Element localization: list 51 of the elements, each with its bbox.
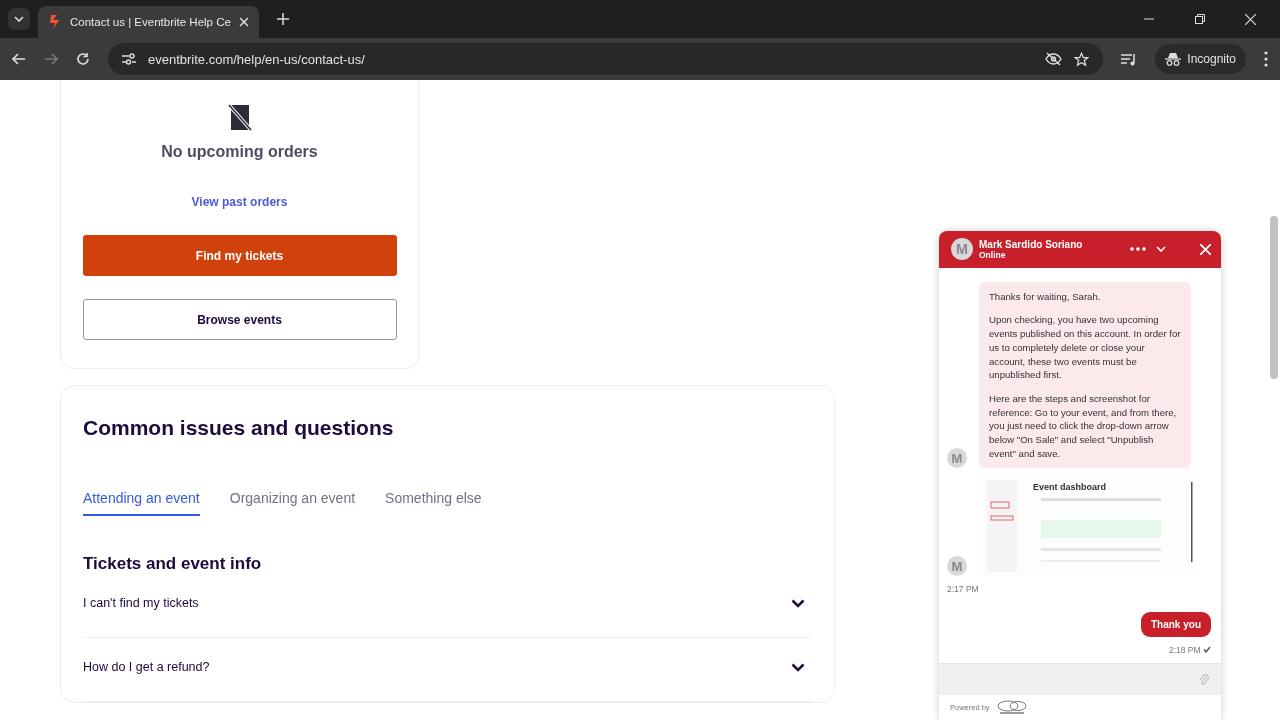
message-time: 2:18 PM	[1168, 645, 1211, 656]
category-tab[interactable]: Attending an event	[83, 490, 200, 516]
chevron-down-icon[interactable]	[1156, 246, 1166, 253]
no-ticket-icon	[227, 104, 252, 131]
new-tab-icon[interactable]	[276, 13, 289, 25]
menu-icon[interactable]	[1264, 51, 1268, 67]
incognito-icon	[1165, 52, 1182, 66]
message-text: Thanks for waiting, Sarah.	[989, 289, 1102, 304]
check-icon	[1203, 646, 1211, 654]
question-row[interactable]: I can't find my tickets	[83, 574, 811, 638]
view-past-orders-link[interactable]: View past orders	[191, 195, 288, 209]
agent-status: Online	[979, 249, 1007, 260]
url-text: eventbrite.com/help/en-us/contact-us/	[148, 51, 365, 67]
forward-icon[interactable]	[44, 53, 58, 65]
avatar: M	[947, 448, 967, 469]
message-time: 2:17 PM	[947, 584, 979, 595]
section-title: Common issues and questions	[83, 416, 395, 440]
site-settings-icon	[122, 53, 136, 65]
category-tab[interactable]: Something else	[385, 490, 482, 516]
site-icon	[48, 14, 62, 30]
category-tab[interactable]: Organizing an event	[229, 490, 356, 516]
question-row[interactable]: How do I get a refund?	[83, 638, 811, 702]
dashboard-screenshot: Event dashboard	[983, 476, 1195, 577]
star-icon[interactable]	[1074, 51, 1090, 67]
back-icon[interactable]	[12, 53, 26, 65]
address-bar[interactable]: eventbrite.com/help/en-us/contact-us/	[108, 43, 1104, 75]
eye-off-icon[interactable]	[1045, 52, 1063, 66]
incognito-button[interactable]: Incognito	[1155, 44, 1246, 74]
chevron-down-icon	[791, 598, 805, 608]
vendor-logo	[995, 699, 1028, 716]
chevron-down-icon	[14, 16, 24, 22]
close-icon[interactable]	[238, 17, 249, 27]
avatar: M	[951, 238, 973, 261]
find-tickets-button[interactable]: Find my tickets	[82, 235, 397, 276]
reload-icon[interactable]	[76, 52, 90, 66]
empty-state-text: No upcoming orders	[161, 143, 318, 161]
browse-events-button[interactable]: Browse events	[82, 299, 397, 340]
more-icon[interactable]	[1130, 247, 1146, 252]
chevron-down-icon	[791, 662, 805, 672]
media-icon[interactable]	[1121, 52, 1138, 66]
avatar: M	[947, 556, 967, 577]
scrollbar[interactable]	[1270, 216, 1278, 379]
message-text: Here are the steps and screenshot for reference: Go to your event, and from there, you just need to click the drop-down arrow below "On Sale" and select "Unpublish event" and save.	[989, 391, 1178, 461]
message-bubble: Thank you	[1141, 612, 1211, 638]
paperclip-icon[interactable]	[1199, 673, 1209, 686]
tab-list-button[interactable]	[8, 8, 30, 30]
browser-tab[interactable]: Contact us | Eventbrite Help Ce	[38, 6, 259, 38]
message-text: Upon checking, you have two upcoming events published on this account. In order for us to completely delete or close your account, these two events must be unpublished first.	[989, 313, 1181, 382]
agent-name: Mark Sardido Soriano	[979, 238, 1084, 250]
subsection-title: Tickets and event info	[83, 554, 263, 574]
message-field[interactable]	[939, 663, 1221, 696]
